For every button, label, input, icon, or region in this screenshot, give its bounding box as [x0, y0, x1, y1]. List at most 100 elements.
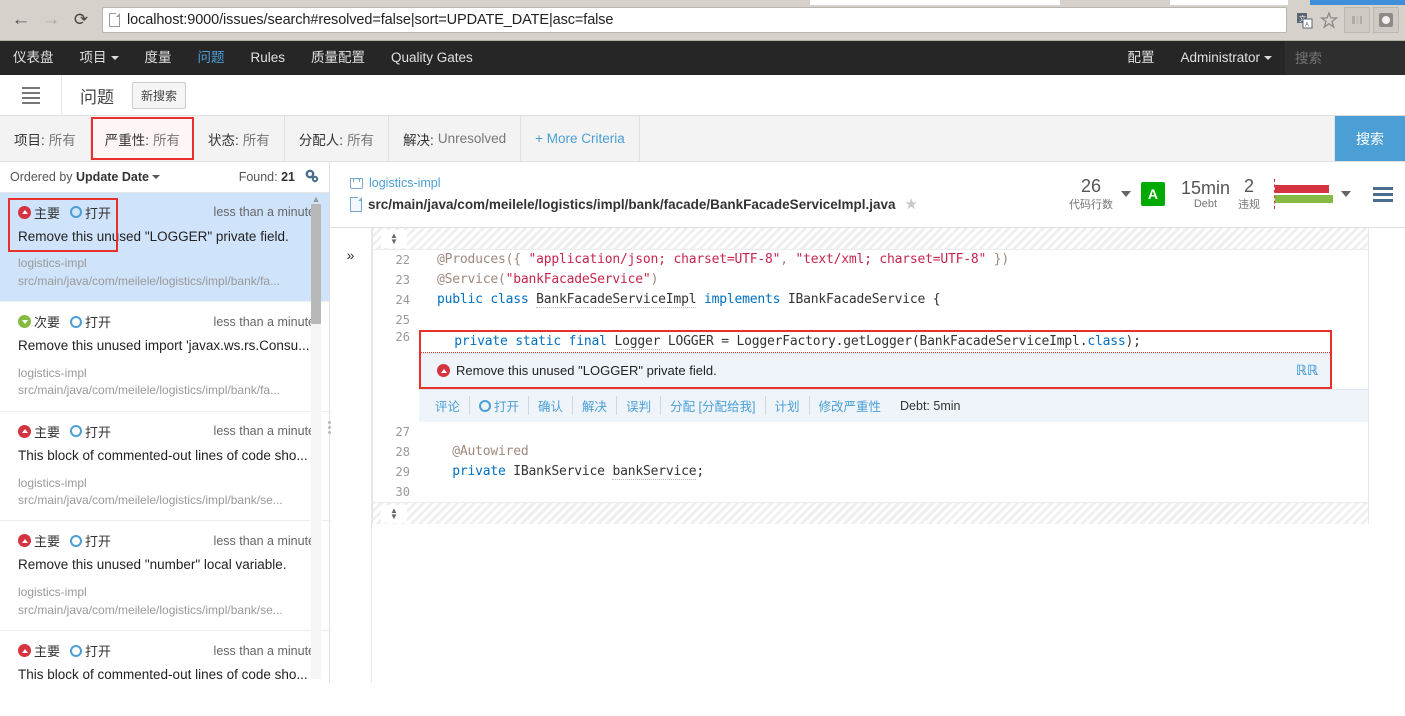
breadcrumb-file: src/main/java/com/meilele/logistics/impl… [350, 195, 918, 213]
status-open-icon [70, 534, 83, 547]
list-item[interactable]: 主要 打开 less than a minute Remove this unu… [0, 192, 329, 303]
action-confirm[interactable]: 确认 [529, 396, 574, 415]
expand-up-down-icon[interactable]: ▲ ▼ [381, 505, 407, 523]
chevron-down-icon[interactable] [1120, 191, 1131, 198]
file-metrics: 26 代码行数 A 15min Debt 2 违规 [1065, 176, 1393, 213]
action-comment[interactable]: 评论 [435, 396, 471, 415]
facet-project[interactable]: 项目: 所有 [0, 116, 91, 161]
code-line: 29 private IBankService bankService; [373, 462, 1368, 482]
metric-violations-label: 违规 [1238, 199, 1260, 212]
star-icon[interactable] [1317, 8, 1341, 32]
found-counter: Found: 21 [239, 170, 295, 184]
facet-resolution[interactable]: 解决: Unresolved [389, 116, 522, 161]
issue-path: src/main/java/com/meilele/logistics/impl… [18, 383, 281, 398]
facet-project-key: 项目: [14, 132, 45, 148]
sonarqube-top-nav: 仪表盘 项目 度量 问题 Rules 质量配置 Quality Gates 配置… [0, 41, 1405, 75]
nav-item-settings[interactable]: 配置 [1114, 41, 1167, 75]
workspace: Ordered by Update Date Found: 21 主要 打开 l… [0, 162, 1405, 683]
nav-item-dashboard[interactable]: 仪表盘 [0, 41, 67, 75]
action-false-positive[interactable]: 误判 [617, 396, 662, 415]
scroll-up-icon[interactable]: ▲ [311, 194, 321, 204]
facet-resolution-value: Unresolved [437, 131, 507, 146]
global-search-input[interactable] [1285, 41, 1405, 75]
nav-item-projects[interactable]: 项目 [67, 41, 132, 75]
line-content [419, 310, 1368, 330]
panel-resize-handle[interactable] [324, 412, 334, 442]
nav-item-measures[interactable]: 度量 [132, 41, 185, 75]
gear-icon[interactable] [304, 168, 319, 186]
more-criteria-button[interactable]: + More Criteria [521, 116, 640, 161]
browser-toolbar-icons: 文A [1291, 7, 1399, 33]
list-item[interactable]: 主要 打开 less than a minute This block of c… [0, 412, 329, 522]
star-icon[interactable]: ★ [905, 195, 918, 213]
extension-icon[interactable] [1344, 7, 1370, 33]
expand-up-down-icon[interactable]: ▲ ▼ [381, 230, 407, 248]
code-wrap: ▲ ▼ 22 @Produces({ "application/json; cha… [372, 228, 1405, 683]
nav-right: 配置 Administrator [1114, 41, 1405, 75]
facet-assignee-key: 分配人: [298, 132, 344, 148]
chevron-down-icon[interactable] [1341, 191, 1351, 198]
file-icon [350, 196, 362, 212]
status-label: 打开 [85, 205, 112, 221]
line-number: 22 [373, 250, 419, 270]
expand-above-strip[interactable]: ▲ ▼ [373, 228, 1368, 250]
issues-list[interactable]: 主要 打开 less than a minute Remove this unu… [0, 192, 329, 683]
list-item[interactable]: 主要 打开 less than a minute Remove this unu… [0, 521, 329, 632]
nav-item-quality-gates[interactable]: Quality Gates [378, 41, 486, 75]
nav-item-issues[interactable]: 问题 [185, 41, 238, 75]
nav-items: 仪表盘 项目 度量 问题 Rules 质量配置 Quality Gates [0, 41, 486, 75]
list-item[interactable]: 主要 打开 less than a minute This block of c… [0, 631, 329, 683]
severity-bar-minor [1275, 195, 1333, 204]
source-panel: logistics-impl src/main/java/com/meilele… [330, 162, 1405, 683]
nav-item-rules[interactable]: Rules [238, 41, 299, 75]
scrollbar-thumb[interactable] [311, 204, 321, 324]
project-name: logistics-impl [369, 176, 441, 190]
severity-badge: 主要 [18, 203, 60, 222]
line-number: 29 [373, 462, 419, 482]
nav-item-quality-profiles[interactable]: 质量配置 [298, 41, 378, 75]
facet-assignee[interactable]: 分配人: 所有 [285, 116, 390, 161]
status-open-icon [70, 206, 83, 219]
issue-row: 26 private static final Logger LOGGER = … [373, 330, 1368, 422]
issues-list-scrollbar[interactable]: ▲ [311, 194, 321, 679]
list-menu-icon[interactable] [1373, 186, 1393, 202]
issue-project: logistics-impl [18, 256, 87, 271]
facet-status[interactable]: 状态: 所有 [194, 116, 285, 161]
issue-link-icon[interactable]: ℝℝ [1296, 362, 1318, 379]
action-assign[interactable]: 分配 [分配给我] [661, 396, 766, 415]
issue-project: logistics-impl [18, 585, 87, 600]
order-by-prefix: Ordered by [10, 169, 73, 184]
order-by-dropdown[interactable]: Ordered by Update Date [10, 170, 160, 184]
translate-icon[interactable]: 文A [1292, 8, 1316, 32]
severity-major-icon [437, 364, 450, 377]
chevron-double-right-icon[interactable]: » [340, 244, 362, 266]
breadcrumb-project[interactable]: logistics-impl [350, 176, 918, 190]
severity-badge: 次要 [18, 312, 60, 331]
action-change-severity[interactable]: 修改严重性 [810, 396, 891, 415]
status-label: 打开 [85, 315, 112, 331]
metric-lines-label: 代码行数 [1068, 199, 1113, 212]
back-arrow-icon[interactable]: ← [6, 5, 36, 35]
line-content: @Produces({ "application/json; charset=U… [437, 252, 1010, 267]
status-badge: 打开 [70, 531, 111, 550]
action-status-open[interactable]: 打开 [470, 396, 530, 415]
new-search-button[interactable]: 新搜索 [132, 81, 187, 109]
expand-below-strip[interactable]: ▲ ▼ [373, 502, 1368, 524]
action-plan[interactable]: 计划 [766, 396, 810, 415]
address-bar[interactable]: localhost:9000/issues/search#resolved=fa… [102, 7, 1287, 33]
nav-item-user[interactable]: Administrator [1167, 41, 1285, 75]
forward-arrow-icon[interactable]: → [36, 5, 66, 35]
facet-severity[interactable]: 严重性: 所有 [90, 117, 195, 160]
issue-path: src/main/java/com/meilele/logistics/impl… [18, 602, 283, 617]
status-label: 打开 [85, 424, 112, 440]
facet-severity-value: 所有 [153, 132, 181, 148]
reload-icon[interactable]: ⟳ [66, 5, 96, 35]
action-resolve[interactable]: 解决 [573, 396, 618, 415]
list-item[interactable]: 次要 打开 less than a minute Remove this unu… [0, 302, 329, 412]
search-button[interactable]: 搜索 [1335, 116, 1405, 161]
issue-message: This block of commented-out lines of cod… [18, 667, 308, 683]
code-line: 27 [373, 422, 1368, 442]
line-content [419, 482, 1368, 502]
sidebar-toggle-button[interactable] [0, 74, 62, 116]
extension-icon[interactable] [1373, 7, 1399, 33]
